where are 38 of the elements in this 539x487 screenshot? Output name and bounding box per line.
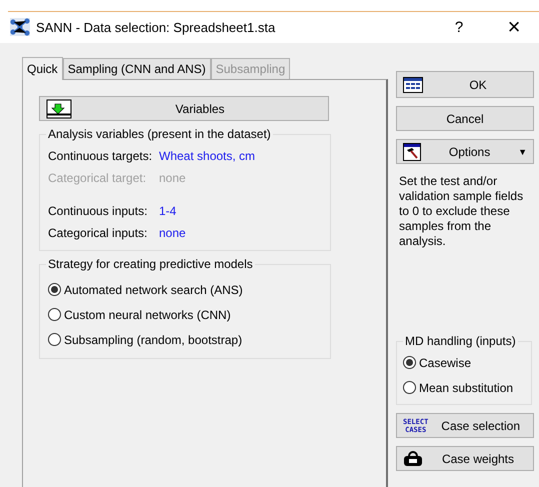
field-value: none [159, 226, 186, 240]
group-title: MD handling (inputs) [403, 334, 518, 348]
group-title: Strategy for creating predictive models [46, 257, 255, 271]
network-icon [10, 18, 30, 36]
radio-label: Automated network search (ANS) [64, 282, 243, 296]
cancel-button[interactable]: Cancel [396, 106, 534, 131]
radio-label: Subsampling (random, bootstrap) [64, 332, 242, 346]
window-title: SANN - Data selection: Spreadsheet1.sta [36, 20, 276, 34]
weight-icon [403, 450, 423, 466]
radio-button[interactable] [48, 283, 61, 296]
group-title: Analysis variables (present in the dataset) [46, 127, 273, 141]
field-label: Categorical inputs: [48, 226, 148, 240]
case-weights-button[interactable]: Case weights [396, 446, 534, 471]
close-button[interactable]: × [489, 12, 539, 42]
import-icon [46, 98, 72, 118]
options-button[interactable]: Options ▼ [396, 139, 534, 164]
tab[interactable]: Sampling (CNN and ANS) [62, 58, 211, 79]
radio-button[interactable] [403, 356, 416, 369]
radio-label: Mean substitution [419, 380, 514, 394]
radio-button[interactable] [403, 381, 416, 394]
hint-text: Set the test and/or validation sample fields to 0 to exclude these samples from the analysis. [399, 174, 524, 249]
radio-label: Casewise [419, 356, 472, 370]
ok-button[interactable]: OK [396, 71, 534, 98]
caret-icon: ▼ [518, 146, 527, 156]
field-label: Continuous inputs: [48, 204, 148, 218]
field-value: 1-4 [159, 204, 176, 218]
field-value: none [159, 171, 186, 185]
table-icon [403, 76, 423, 92]
field-value: Wheat shoots, cm [159, 149, 256, 163]
radio-label: Custom neural networks (CNN) [64, 308, 231, 322]
radio-button[interactable] [48, 308, 61, 321]
variables-button[interactable]: Variables [39, 96, 329, 121]
hammer-icon [403, 142, 421, 160]
tab[interactable]: Quick [22, 57, 63, 80]
radio-button[interactable] [48, 333, 61, 346]
help-button[interactable]: ? [429, 12, 489, 42]
field-label: Continuous targets: [48, 149, 154, 163]
field-label: Categorical target: [48, 171, 148, 185]
